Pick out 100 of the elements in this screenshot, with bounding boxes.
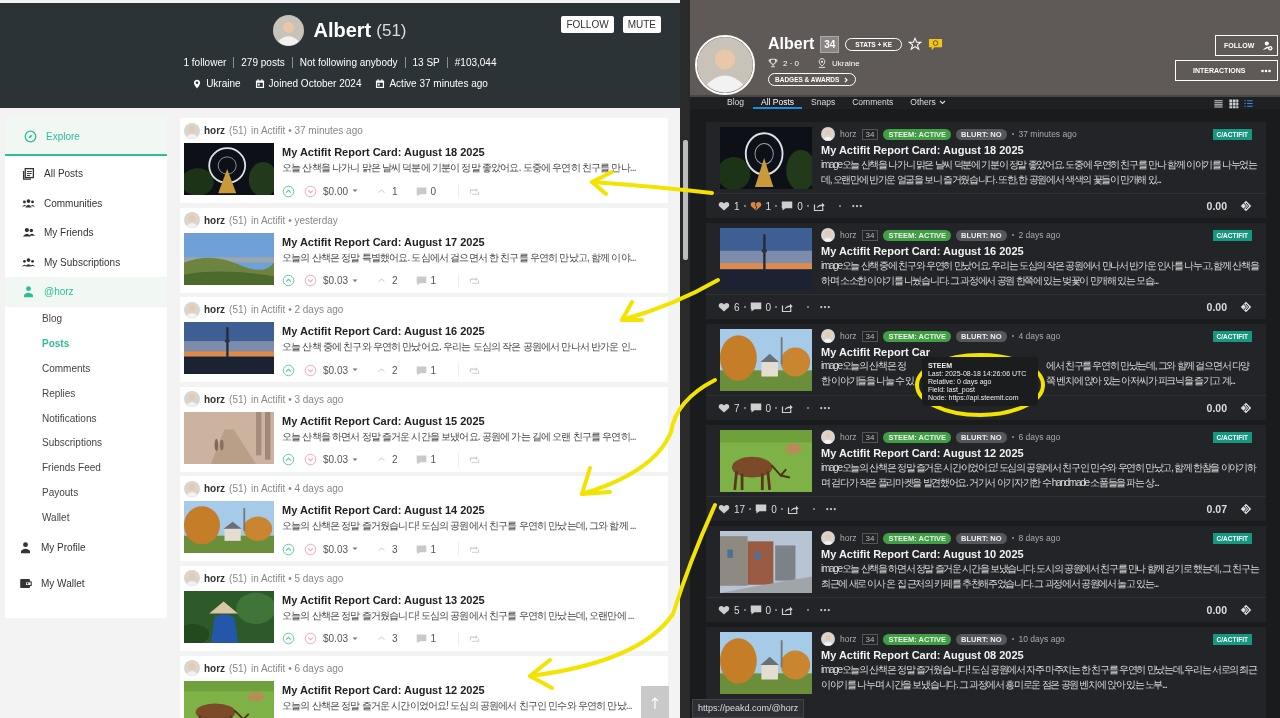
post-title[interactable]: My Actifit Report Card: August 12 2025 [282, 683, 485, 696]
avatar [821, 127, 835, 141]
currency-icon [1240, 604, 1252, 616]
post-title[interactable]: My Actifit Report Card: August 17 2025 [282, 235, 485, 248]
post-time: 37 minutes ago [1018, 129, 1077, 139]
grid-view-icon[interactable] [1228, 97, 1239, 109]
avatar [697, 37, 753, 93]
person-icon [19, 541, 32, 555]
location-pin-icon [192, 78, 203, 89]
list-view-icon[interactable] [1213, 97, 1224, 109]
reputation-badge: 34 [861, 330, 879, 342]
post-title[interactable]: My Actifit Report Card: August 13 2025 [282, 593, 485, 606]
tab[interactable]: Blog [719, 97, 752, 109]
author-name: horz [840, 331, 857, 341]
tab[interactable]: Others [902, 97, 954, 109]
payout-amount: 0.00 [1206, 301, 1227, 313]
mute-button[interactable]: MUTE [622, 16, 661, 33]
post-excerpt: 오늘 산책을 하면서 정말 즐거운 시간을 보냈어요. 공원에 가는 길에 오랜 친구를 우연히... [282, 429, 636, 444]
sidebar-subitem[interactable]: Notifications [5, 405, 167, 431]
post-excerpt: image오늘 산책 중에 친구와 우연히 만났어요. 우리는 도심의 작은 공원에서 만나서 반가운 인사를 나누고, 함께 산책을 하며 소소한 이야기를 나눴습니다. 그 과정에서 공원 한쪽에 있는 벚꽃이 만개해 있는 모습... [821, 259, 1260, 288]
share-icon [781, 301, 794, 313]
avatar [184, 122, 200, 139]
author-name: horz [840, 432, 857, 442]
post-time: 8 days ago [1018, 533, 1061, 543]
sidebar-subitem[interactable]: Friends Feed [5, 455, 167, 481]
avatar [184, 660, 200, 677]
reputation: (51) [229, 662, 247, 674]
avatar [184, 570, 200, 587]
currency-icon [1240, 301, 1252, 313]
downvote-icon [304, 363, 317, 377]
profile-stat: 279 posts [233, 57, 292, 68]
comment-icon [781, 200, 794, 212]
like-count: 17 [734, 503, 746, 515]
post-title[interactable]: My Actifit Report Card: August 18 2025 [282, 146, 485, 158]
post-title[interactable]: My Actifit Report Card: August 12 2025 [821, 447, 1024, 459]
broken-heart-icon [749, 200, 762, 212]
sidebar-item[interactable]: Communities [5, 188, 167, 218]
profile-stat: 1 follower [182, 57, 228, 68]
sidebar-item[interactable]: My Subscriptions [5, 247, 167, 277]
comment-count: 1 [430, 275, 437, 287]
compact-view-icon[interactable] [1243, 97, 1254, 109]
repost-icon [469, 633, 481, 645]
heart-icon [718, 503, 730, 515]
sidebar-item[interactable]: All Posts [5, 159, 167, 189]
sidebar-subitem[interactable]: Replies [5, 380, 167, 406]
sidebar-subitem[interactable]: Subscriptions [5, 430, 167, 456]
reputation-badge: 34 [861, 229, 879, 241]
comment-icon [415, 185, 427, 197]
scrollbar[interactable] [680, 0, 690, 718]
vote-count: 3 [392, 633, 398, 645]
tab[interactable]: All Posts [753, 97, 803, 109]
profile-info: Active 37 minutes ago [389, 78, 488, 89]
vote-count: 1 [392, 185, 398, 197]
post-title[interactable]: My Actifit Report Card: August 08 2025 [821, 649, 1024, 661]
post-title[interactable]: My Actifit Report Card: August 10 2025 [821, 548, 1024, 560]
post-meta: in Actifit • 5 days ago [250, 572, 344, 584]
sidebar-subitem[interactable]: Wallet [5, 504, 167, 530]
downvote-icon [304, 453, 317, 467]
post-meta: in Actifit • yesterday [250, 214, 338, 226]
share-icon [786, 503, 799, 515]
reputation-badge: 34 [861, 128, 879, 140]
post-excerpt: image오늘의 산책은 정 [821, 359, 906, 373]
heart-icon [718, 200, 730, 212]
caret-icon [351, 187, 360, 195]
sidebar-subitem[interactable]: Payouts [5, 480, 167, 505]
payout-amount: $0.03 [323, 543, 349, 555]
sidebar-item[interactable]: My Friends [5, 218, 167, 248]
tab[interactable]: Snaps [803, 97, 844, 109]
currency-icon [1240, 402, 1252, 414]
post-time: 4 days ago [1018, 331, 1061, 341]
post-title[interactable]: My Actifit Report Card: August 14 2025 [282, 504, 485, 517]
sidebar-subitem[interactable]: Blog [5, 306, 167, 332]
reputation-badge: 34 [861, 532, 879, 544]
sidebar-item[interactable]: My Wallet [5, 565, 167, 602]
currency-icon [1240, 503, 1252, 515]
post-title[interactable]: My Actifit Report Card: August 15 2025 [282, 414, 485, 427]
status-url: https://peakd.com/@horz [692, 699, 805, 718]
post-excerpt: 쪽 벤치에 앉아 있는 아저씨가 피크닉을 즐기고 계... [1045, 374, 1235, 388]
add-user-icon [1262, 40, 1273, 51]
tab[interactable]: Comments [844, 97, 902, 109]
reputation: (51) [376, 20, 407, 41]
profile-name: Albert [313, 19, 372, 42]
post-title[interactable]: My Actifit Report Card: August 18 2025 [821, 144, 1024, 156]
post-title[interactable]: My Actifit Report Card: August 16 2025 [821, 245, 1024, 257]
comment-icon [749, 301, 762, 313]
post-meta: in Actifit • 6 days ago [250, 662, 344, 674]
sidebar-subitem[interactable]: Comments [5, 356, 167, 381]
profile-info: Ukraine [206, 78, 241, 89]
profile-stat: 13 SP [404, 57, 447, 68]
post-title[interactable]: My Actifit Report Card: August 16 2025 [282, 325, 485, 338]
author-name: horz [840, 230, 857, 240]
reputation: (51) [229, 125, 247, 136]
sidebar-item[interactable]: My Profile [5, 529, 167, 566]
author-name: horz [204, 125, 226, 136]
avatar [821, 632, 835, 646]
avatar [184, 391, 200, 408]
follow-button[interactable]: FOLLOW [561, 16, 614, 33]
upvote-icon [282, 632, 295, 646]
post-title[interactable]: My Actifit Report Car [821, 346, 1250, 358]
comment-count: 0 [430, 185, 437, 197]
